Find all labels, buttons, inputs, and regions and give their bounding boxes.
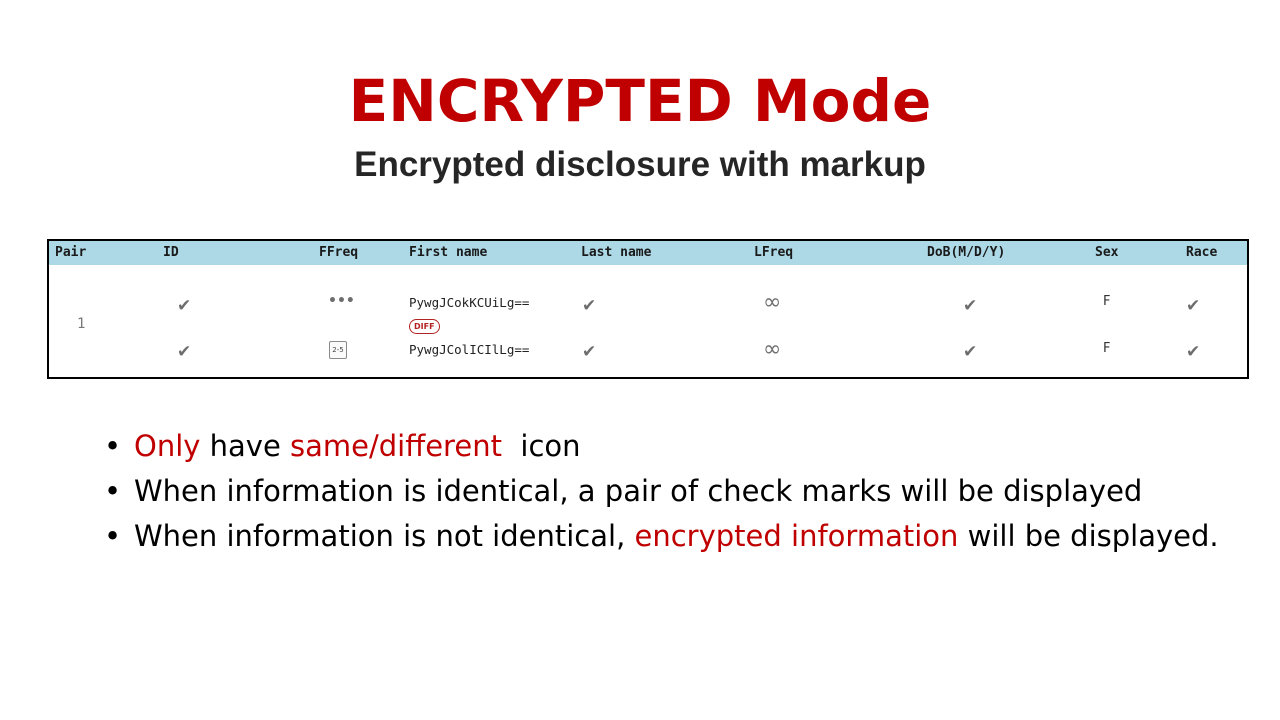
slide-subtitle: Encrypted disclosure with markup xyxy=(354,145,926,184)
header-id: ID xyxy=(163,245,179,260)
header-dob: DoB(M/D/Y) xyxy=(927,245,1006,260)
infinity-icon: ∞ xyxy=(763,290,782,315)
header-lfreq: LFreq xyxy=(754,245,794,260)
check-icon: ✔ xyxy=(177,296,192,316)
bullet-dot-icon: • xyxy=(104,519,122,553)
bullet-text-segment: same/different xyxy=(290,429,502,463)
bullet-text-segment: icon xyxy=(501,429,581,463)
bullet-text-segment: encrypted information xyxy=(634,519,959,553)
header-ffreq: FFreq xyxy=(319,245,359,260)
range-icon[interactable]: 2-5 xyxy=(329,341,347,359)
sex-value: F xyxy=(1103,341,1111,356)
bullet-item: • When information is not identical, encr… xyxy=(104,514,1224,559)
comparison-table: Pair ID FFreq First name Last name LFreq… xyxy=(47,239,1249,379)
diff-badge-label: DIFF xyxy=(409,319,440,334)
diff-badge: DIFF xyxy=(409,316,440,334)
bullet-list: • Only have same/different icon • When inf… xyxy=(104,424,1224,559)
bullet-item: • Only have same/different icon xyxy=(104,424,1224,469)
header-race: Race xyxy=(1186,245,1218,260)
check-icon: ✔ xyxy=(963,296,978,316)
more-dots-icon[interactable]: ••• xyxy=(328,293,355,309)
check-icon: ✔ xyxy=(1186,296,1201,316)
check-icon: ✔ xyxy=(1186,342,1201,362)
pair-number: 1 xyxy=(77,316,86,332)
check-icon: ✔ xyxy=(177,342,192,362)
check-icon: ✔ xyxy=(963,342,978,362)
bullet-text-segment: When information is not identical, xyxy=(134,519,635,553)
infinity-icon: ∞ xyxy=(763,337,782,362)
header-first-name: First name xyxy=(409,245,488,260)
bullet-text-segment: have xyxy=(200,429,291,463)
slide-title: ENCRYPTED Mode xyxy=(348,67,932,135)
bullet-text-segment: When information is identical, a pair of… xyxy=(134,474,1143,508)
check-icon: ✔ xyxy=(582,296,597,316)
first-name-encrypted: PywgJCokKCUiLg== xyxy=(409,295,530,310)
bullet-dot-icon: • xyxy=(104,429,122,463)
check-icon: ✔ xyxy=(582,342,597,362)
bullet-text-segment: Only xyxy=(134,429,201,463)
table-header-row: Pair ID FFreq First name Last name LFreq… xyxy=(49,241,1247,265)
bullet-item: • When information is identical, a pair o… xyxy=(104,469,1224,514)
first-name-encrypted: PywgJColICIlLg== xyxy=(409,342,530,357)
bullet-dot-icon: • xyxy=(104,474,122,508)
header-last-name: Last name xyxy=(581,245,652,260)
sex-value: F xyxy=(1103,294,1111,309)
header-pair: Pair xyxy=(55,245,87,260)
bullet-text-segment: will be displayed. xyxy=(958,519,1219,553)
header-sex: Sex xyxy=(1095,245,1119,260)
range-icon-label: 2-5 xyxy=(329,341,347,359)
